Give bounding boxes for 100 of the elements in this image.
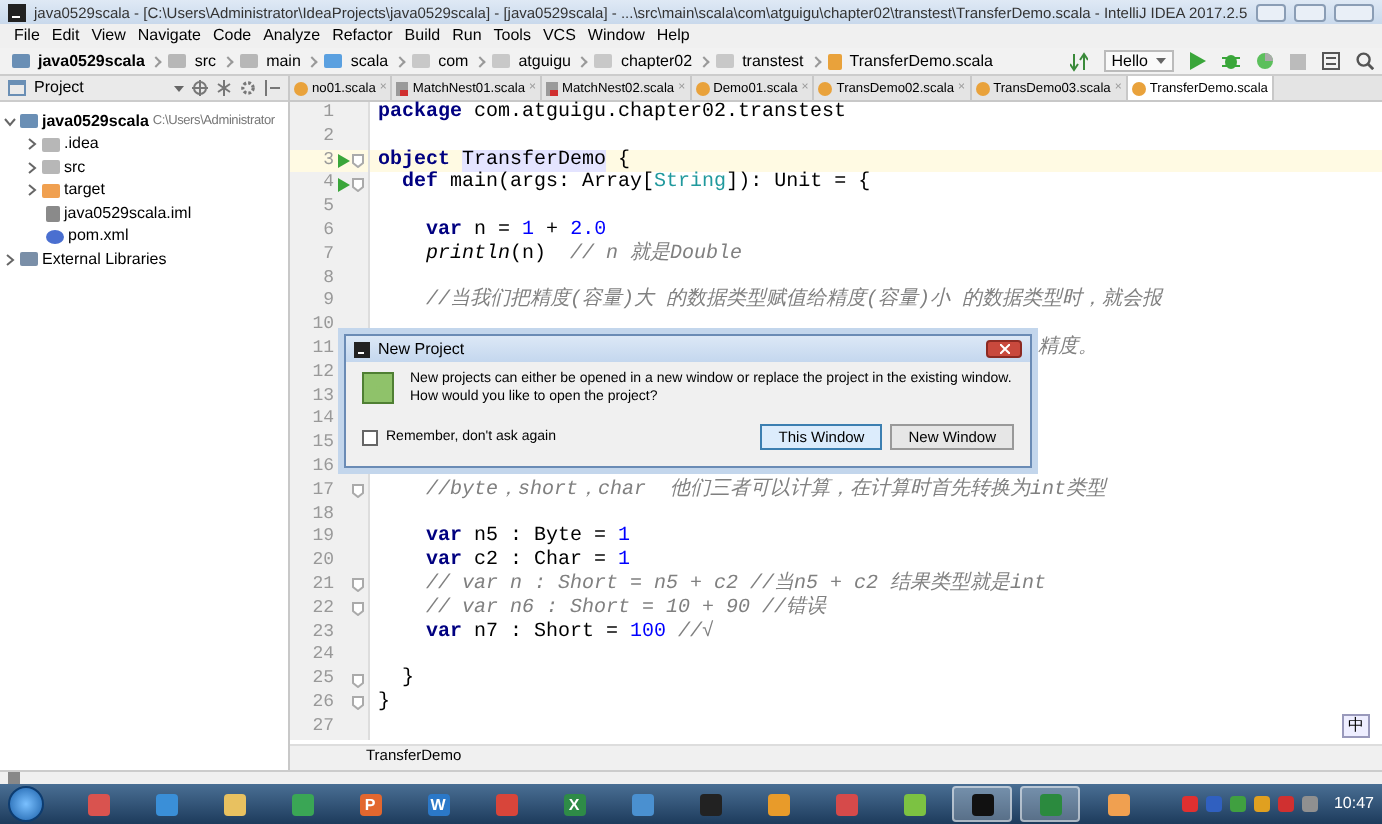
run-config-dropdown[interactable]: Hello — [1103, 50, 1174, 72]
menu-item[interactable]: Build — [398, 26, 447, 46]
fold-icon[interactable] — [352, 153, 364, 168]
tray-icon[interactable] — [1253, 796, 1270, 812]
search-icon[interactable] — [1356, 52, 1374, 70]
tray-icon[interactable] — [1277, 796, 1294, 812]
close-button[interactable] — [986, 340, 1022, 358]
taskbar-app[interactable]: X — [544, 786, 604, 822]
app-icon: W — [427, 793, 449, 815]
menu-item[interactable]: Analyze — [257, 26, 327, 46]
menu-item[interactable]: File — [8, 26, 46, 46]
tree-item[interactable]: External Libraries — [42, 249, 167, 270]
menu-item[interactable]: Run — [446, 26, 488, 46]
maximize-button[interactable] — [1294, 3, 1326, 21]
tray-icon[interactable] — [1301, 796, 1318, 812]
line-number: 16 — [310, 455, 334, 480]
settings-icon[interactable] — [240, 80, 256, 96]
tray-icon[interactable] — [1229, 796, 1246, 812]
tree-item[interactable]: pom.xml — [68, 226, 129, 247]
debug-icon[interactable] — [1222, 52, 1240, 70]
code-line: def main(args: Array[String]): Unit = { — [400, 172, 871, 197]
fold-icon[interactable] — [352, 673, 364, 688]
coverage-icon[interactable] — [1256, 52, 1274, 70]
build-icon[interactable] — [1069, 51, 1088, 71]
dialog-title: New Project — [378, 339, 467, 359]
menu-item[interactable]: Navigate — [131, 26, 207, 46]
line-number: 3 — [321, 149, 334, 173]
tree-item[interactable]: java0529scala.iml — [64, 203, 192, 224]
minimize-button[interactable] — [1255, 3, 1287, 21]
breadcrumb-item[interactable]: src — [164, 51, 221, 71]
chevron-icon[interactable] — [4, 115, 16, 128]
structure-icon[interactable] — [1322, 52, 1340, 70]
object-icon — [294, 82, 308, 96]
folder-icon — [594, 54, 613, 68]
taskbar-app[interactable]: W — [408, 786, 468, 822]
breadcrumb-item[interactable]: main — [236, 51, 305, 71]
breadcrumb-item[interactable]: scala — [320, 51, 393, 71]
ime-toolbar[interactable]: 中 — [1342, 714, 1370, 738]
menu-item[interactable]: Help — [650, 26, 696, 46]
fold-icon[interactable] — [352, 484, 364, 499]
breadcrumb-item[interactable]: transtest — [712, 51, 808, 71]
locate-icon[interactable] — [192, 80, 208, 96]
code-line: var c2 : Char = 1 — [424, 550, 631, 573]
folder-icon — [324, 54, 343, 68]
object-icon — [975, 82, 990, 96]
run-icon[interactable] — [1190, 52, 1206, 70]
chevron-icon[interactable] — [26, 184, 38, 197]
clock: 10:47 — [1333, 794, 1374, 814]
start-button[interactable] — [8, 786, 44, 822]
breadcrumb-item[interactable]: TransferDemo.scala — [823, 51, 997, 71]
question-icon — [362, 372, 394, 404]
breadcrumb-item[interactable]: chapter02 — [590, 51, 697, 71]
chevron-icon[interactable] — [26, 138, 38, 151]
tray-icon[interactable] — [1181, 796, 1198, 812]
tree-item[interactable]: .idea — [64, 134, 99, 155]
menu-item[interactable]: Window — [581, 26, 651, 46]
line-number: 2 — [321, 125, 334, 150]
line-number: 24 — [310, 644, 334, 669]
run-icon[interactable] — [337, 177, 349, 192]
line-number: 21 — [310, 573, 334, 598]
menu-item[interactable]: VCS — [536, 26, 582, 46]
folder-icon — [412, 54, 431, 68]
code-line: println(n) // n 就是Double — [424, 243, 743, 268]
hide-icon[interactable] — [264, 80, 280, 96]
fold-icon[interactable] — [352, 696, 364, 711]
menu-item[interactable]: View — [85, 26, 132, 46]
tree-item[interactable]: src — [64, 157, 86, 178]
taskbar-app[interactable] — [952, 786, 1012, 822]
folder-icon — [716, 54, 735, 68]
fold-icon[interactable] — [352, 602, 364, 617]
caret-icon[interactable] — [174, 85, 184, 91]
code-line: object TransferDemo { — [376, 149, 631, 172]
code-line: } — [376, 691, 391, 716]
menu-item[interactable]: Tools — [487, 26, 537, 46]
line-number: 12 — [310, 361, 334, 386]
folder-icon — [240, 54, 259, 68]
line-number: 26 — [310, 691, 334, 716]
tree-item[interactable]: java0529scala — [42, 111, 149, 132]
stop-icon[interactable] — [1290, 53, 1306, 69]
code-line: //当我们把精度(容量)大 的数据类型赋值给精度(容量)小 的数据类型时，就会报 — [424, 290, 1163, 315]
chevron-icon[interactable] — [4, 253, 16, 266]
menu-item[interactable]: Refactor — [326, 26, 399, 46]
fold-icon[interactable] — [352, 578, 364, 593]
tree-item[interactable]: target — [64, 180, 105, 201]
folder-icon — [492, 54, 511, 68]
line-number: 19 — [310, 526, 334, 551]
close-icon — [999, 343, 1009, 354]
line-number: 14 — [310, 408, 334, 433]
run-icon[interactable] — [337, 153, 349, 168]
breadcrumb-item[interactable]: java0529scala — [8, 51, 149, 71]
code-line: 精度。 — [1036, 337, 1098, 362]
fold-icon[interactable] — [352, 177, 364, 192]
file-icon — [396, 82, 409, 96]
menu-item[interactable]: Code — [206, 26, 258, 46]
object-icon — [1131, 82, 1146, 96]
checkbox[interactable] — [362, 429, 378, 445]
menu-item[interactable]: Edit — [45, 26, 86, 46]
breadcrumb-item[interactable]: com — [408, 51, 473, 71]
chevron-icon[interactable] — [26, 161, 38, 174]
breadcrumb-item[interactable]: atguigu — [488, 51, 575, 71]
